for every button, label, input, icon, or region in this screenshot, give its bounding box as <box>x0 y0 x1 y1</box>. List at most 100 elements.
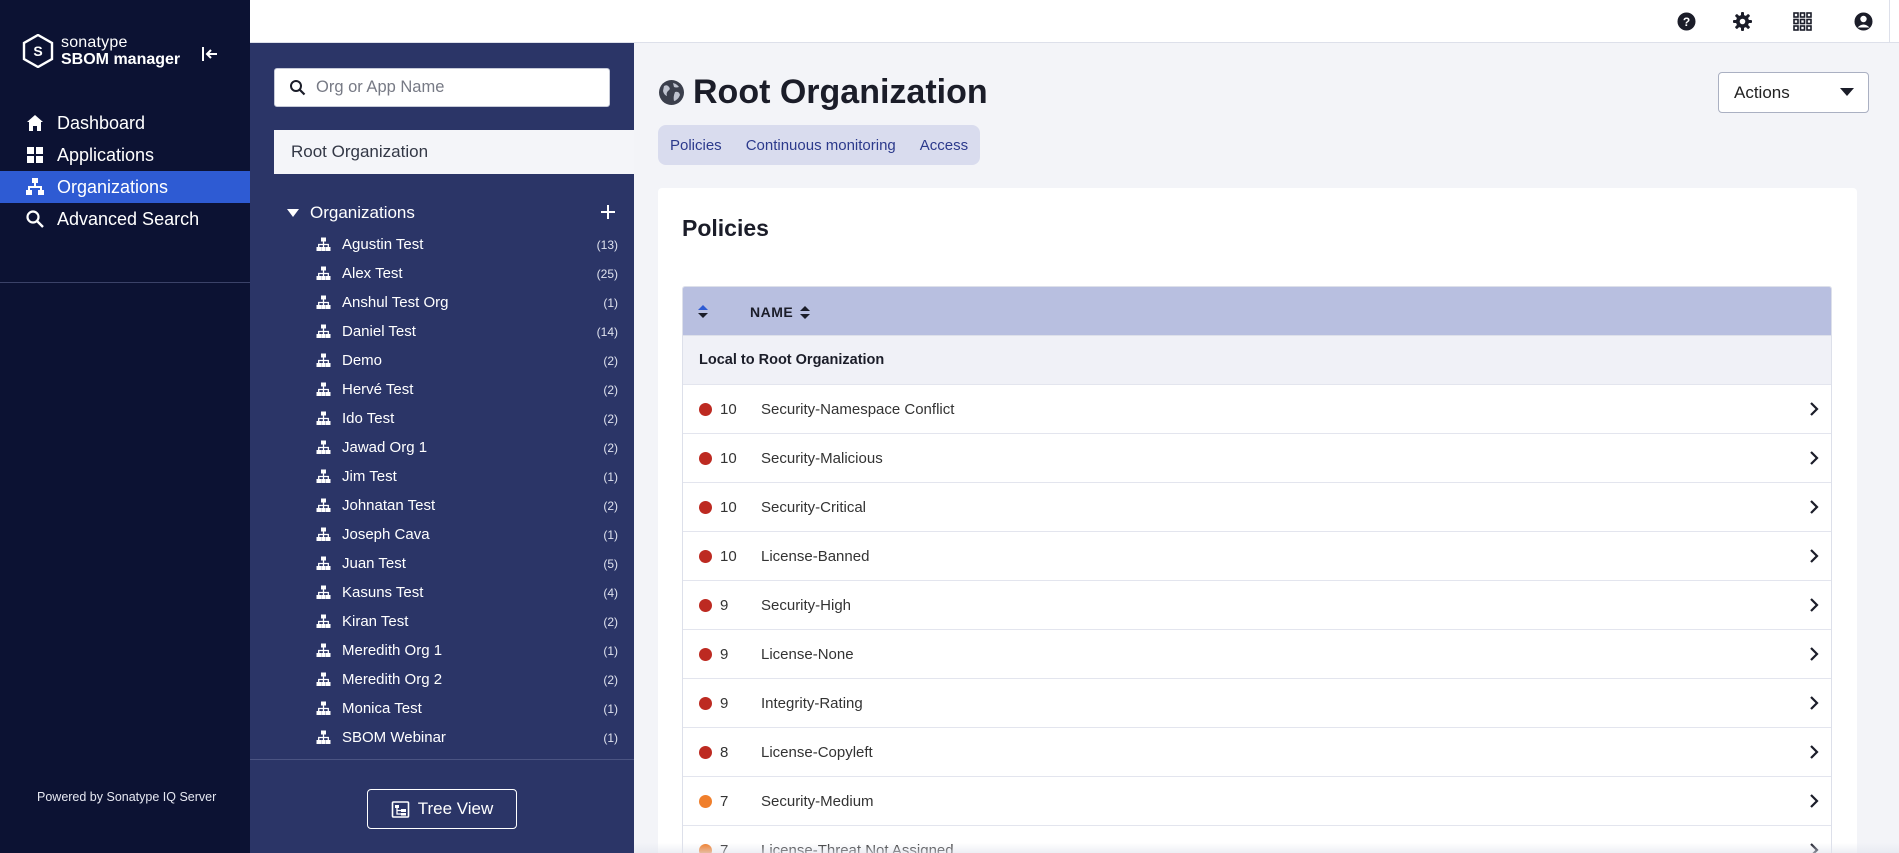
add-organization-icon[interactable] <box>600 204 616 220</box>
org-app-count: (14) <box>596 324 618 339</box>
org-list-item[interactable]: Johnatan Test (2) <box>316 491 618 520</box>
table-row[interactable]: 8 License-Copyleft <box>683 727 1831 776</box>
org-list-item[interactable]: Kiran Test (2) <box>316 607 618 636</box>
org-app-count: (2) <box>603 614 618 629</box>
actions-dropdown[interactable]: Actions <box>1718 72 1869 113</box>
table-row[interactable]: 10 Security-Malicious <box>683 433 1831 482</box>
table-row[interactable]: 10 Security-Namespace Conflict <box>683 384 1831 433</box>
name-column-header[interactable]: NAME <box>750 304 811 320</box>
tree-view-button[interactable]: Tree View <box>367 789 517 829</box>
help-icon[interactable]: ? <box>1676 11 1697 32</box>
org-list-item[interactable]: Alex Test (25) <box>316 259 618 288</box>
org-list-item[interactable]: Ido Test (2) <box>316 404 618 433</box>
topbar-divider <box>1889 0 1890 43</box>
org-list-item[interactable]: Demo (2) <box>316 346 618 375</box>
org-list-item[interactable]: Meredith Org 2 (2) <box>316 665 618 694</box>
root-organization-item[interactable]: Root Organization <box>274 130 634 174</box>
apps-grid-icon[interactable] <box>1792 11 1813 32</box>
table-row[interactable]: 9 Security-High <box>683 580 1831 629</box>
org-name: Monica Test <box>342 700 422 717</box>
brand-logo[interactable]: S sonatype SBOM manager <box>22 34 180 68</box>
tab-continuous-monitoring[interactable]: Continuous monitoring <box>746 137 896 154</box>
policy-name: License-Copyleft <box>761 743 873 761</box>
top-bar: ? <box>250 0 1899 43</box>
threat-sort-icon[interactable] <box>697 304 709 319</box>
nav-item-applications[interactable]: Applications <box>0 139 250 171</box>
org-list-item[interactable]: Hervé Test (2) <box>316 375 618 404</box>
org-list-item[interactable]: Meredith Org 1 (1) <box>316 636 618 665</box>
nav-list: Dashboard Applications Organizations Adv… <box>0 107 250 235</box>
table-row[interactable]: 7 Security-Medium <box>683 776 1831 825</box>
policy-name: Security-Namespace Conflict <box>761 400 955 418</box>
actions-label: Actions <box>1734 82 1790 102</box>
nav-item-dashboard[interactable]: Dashboard <box>0 107 250 139</box>
nav-item-organizations[interactable]: Organizations <box>0 171 250 203</box>
threat-level-dot <box>699 794 712 808</box>
search-icon <box>290 80 306 96</box>
chevron-down-icon <box>1840 88 1854 96</box>
org-list-item[interactable]: Daniel Test (14) <box>316 317 618 346</box>
org-app-count: (25) <box>596 266 618 281</box>
collapse-sidebar-icon[interactable] <box>200 44 220 64</box>
org-list-item[interactable]: Joseph Cava (1) <box>316 520 618 549</box>
org-name: Agustin Test <box>342 236 424 253</box>
page-title: Root Organization <box>693 73 988 111</box>
threat-level-dot <box>699 745 712 759</box>
org-list-item[interactable]: Juan Test (5) <box>316 549 618 578</box>
org-name: Jawad Org 1 <box>342 439 428 456</box>
tab-access[interactable]: Access <box>920 137 968 154</box>
brand-text: sonatype SBOM manager <box>61 34 180 68</box>
caret-down-icon[interactable] <box>286 206 300 220</box>
chevron-right-icon <box>1810 451 1819 465</box>
chevron-right-icon <box>1810 794 1819 808</box>
org-name: Ido Test <box>342 410 395 427</box>
threat-level: 10 <box>720 498 737 516</box>
tree-view-label: Tree View <box>417 799 494 818</box>
org-list-item[interactable]: SBOM Webinar (1) <box>316 723 618 752</box>
org-search-box[interactable] <box>274 68 610 107</box>
policy-name: Integrity-Rating <box>761 694 863 712</box>
table-row[interactable]: 9 Integrity-Rating <box>683 678 1831 727</box>
user-icon[interactable] <box>1853 11 1874 32</box>
tab-policies[interactable]: Policies <box>670 137 722 154</box>
org-name: Demo <box>342 352 383 369</box>
main-navigation: S sonatype SBOM manager Dashboard Applic… <box>0 0 250 853</box>
threat-level: 10 <box>720 400 737 418</box>
org-app-count: (1) <box>603 701 618 716</box>
org-app-count: (2) <box>603 411 618 426</box>
chevron-right-icon <box>1810 500 1819 514</box>
tab-bar: Policies Continuous monitoring Access <box>658 125 981 165</box>
org-tree-icon <box>316 266 331 280</box>
org-list-item[interactable]: Jim Test (1) <box>316 462 618 491</box>
org-name: Hervé Test <box>342 381 414 398</box>
org-name: Kasuns Test <box>342 584 424 601</box>
policy-name: Security-Medium <box>761 792 874 810</box>
nav-item-label: Dashboard <box>57 112 146 133</box>
org-list-item[interactable]: Monica Test (1) <box>316 694 618 723</box>
main-content: Root Organization Actions Policies Conti… <box>634 43 1899 853</box>
table-row[interactable]: 10 License-Banned <box>683 531 1831 580</box>
org-app-count: (2) <box>603 440 618 455</box>
table-row[interactable]: 10 Security-Critical <box>683 482 1831 531</box>
panel-divider <box>250 759 634 760</box>
table-row[interactable]: 9 License-None <box>683 629 1831 678</box>
org-list-item[interactable]: Jawad Org 1 (2) <box>316 433 618 462</box>
grid-icon <box>27 147 43 163</box>
org-app-count: (2) <box>603 382 618 397</box>
org-name: Meredith Org 2 <box>342 671 443 688</box>
policy-name: Security-Critical <box>761 498 867 516</box>
org-search-input[interactable] <box>316 78 606 97</box>
globe-icon <box>659 80 684 105</box>
org-list-item[interactable]: Kasuns Test (4) <box>316 578 618 607</box>
org-tree-icon <box>316 643 331 657</box>
org-list-item[interactable]: Anshul Test Org (1) <box>316 288 618 317</box>
org-name: Juan Test <box>342 555 406 572</box>
org-name: Meredith Org 1 <box>342 642 443 659</box>
org-tree-icon <box>316 672 331 686</box>
chevron-right-icon <box>1810 549 1819 563</box>
tree-view-icon <box>391 800 410 818</box>
nav-item-advanced-search[interactable]: Advanced Search <box>0 203 250 235</box>
gear-icon[interactable] <box>1732 11 1753 32</box>
org-list-item[interactable]: Agustin Test (13) <box>316 230 618 259</box>
org-app-count: (2) <box>603 498 618 513</box>
